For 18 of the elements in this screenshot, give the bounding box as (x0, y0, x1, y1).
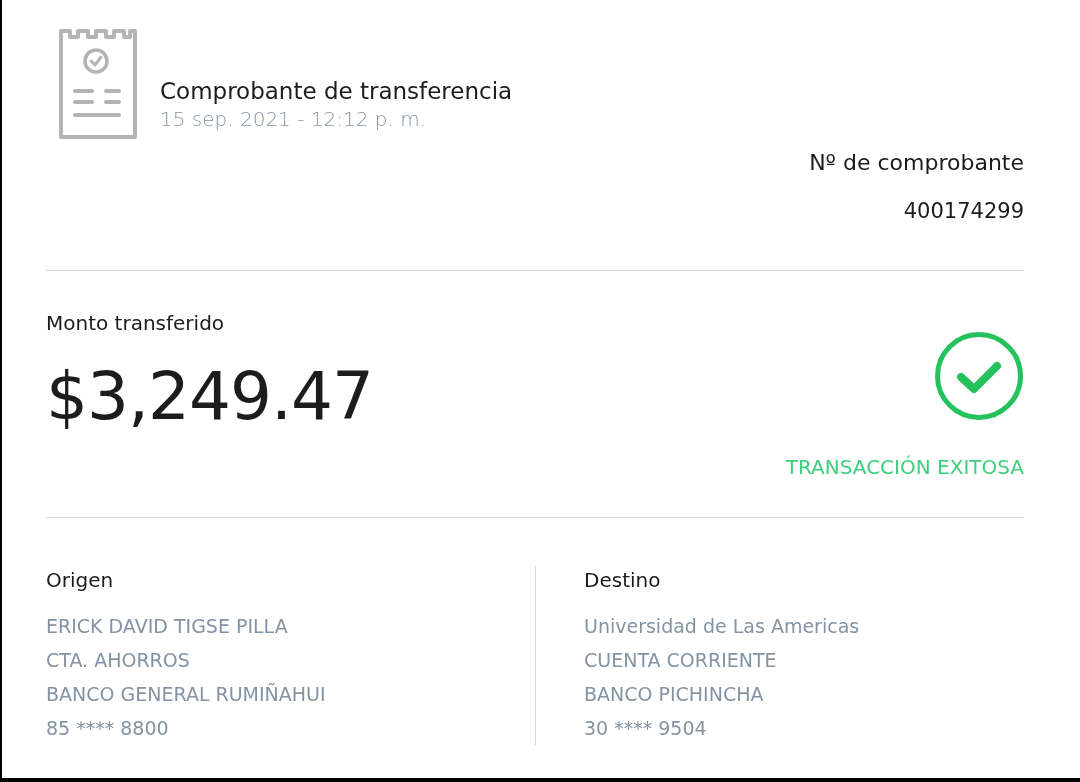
receipt-title: Comprobante de transferencia (160, 77, 513, 106)
receipt-number-label: Nº de comprobante (809, 149, 1024, 177)
party-detail: Universidad de Las Americas (584, 614, 860, 639)
party-detail: 30 **** 9504 (584, 716, 708, 741)
party-detail: CTA. AHORROS (46, 648, 191, 673)
party-detail: BANCO GENERAL RUMIÑAHUI (46, 682, 327, 707)
receipt-date: 15 sep. 2021 - 12:12 p. m. (160, 106, 427, 132)
status-label: TRANSACCIÓN EXITOSA (785, 454, 1024, 481)
receipt-icon (58, 28, 138, 140)
party-detail: BANCO PICHINCHA (584, 682, 765, 707)
party-detail: CUENTA CORRIENTE (584, 648, 778, 673)
amount-value: $3,249.47 (46, 357, 373, 437)
party-detail: ERICK DAVID TIGSE PILLA (46, 614, 289, 639)
party-detail: 85 **** 8800 (46, 716, 170, 741)
receipt-number: 400174299 (903, 198, 1024, 225)
amount-label: Monto transferido (46, 310, 226, 337)
party-heading: Destino (584, 567, 662, 594)
party-heading: Origen (46, 567, 115, 594)
